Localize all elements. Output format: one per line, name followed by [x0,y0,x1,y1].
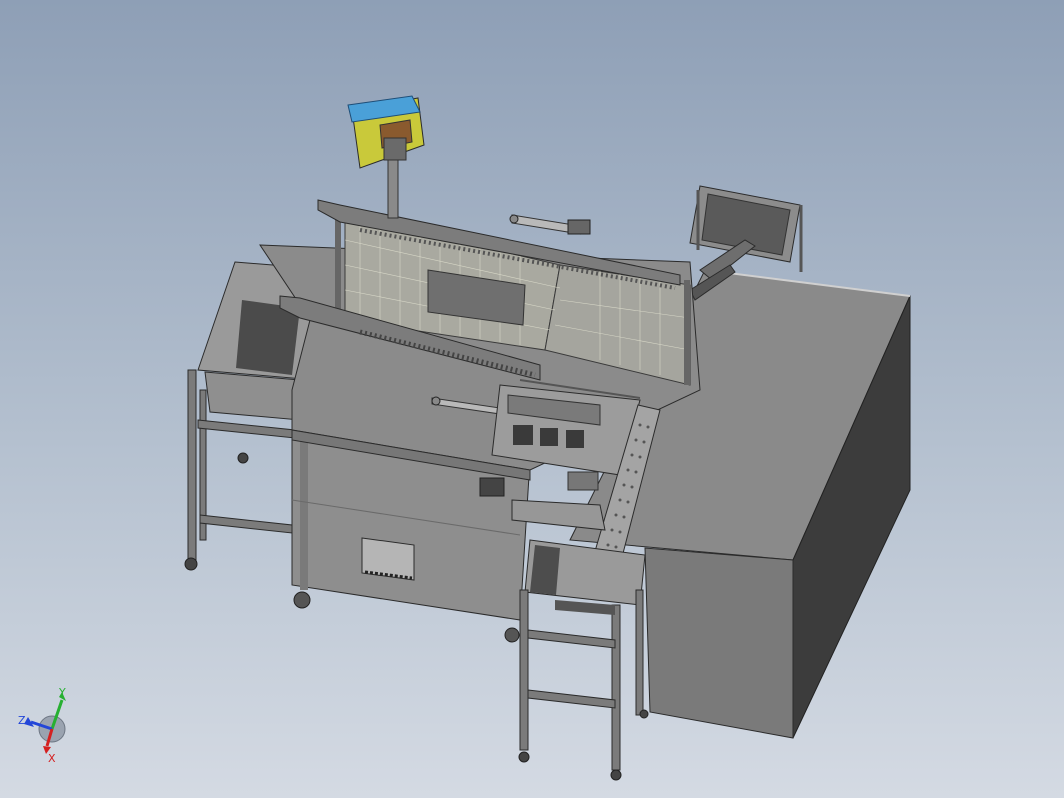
machine-model-3d-view[interactable] [0,0,1064,798]
y-axis-label: Y [58,686,66,699]
cad-viewport[interactable]: Y Z X [0,0,1064,798]
right-collection-cart [518,539,649,781]
pneumatic-cylinder-top [509,214,591,235]
hmi-monitor [347,95,425,219]
orientation-triad[interactable]: Y Z X [14,684,74,764]
z-axis-label: Z [18,714,26,727]
x-axis-label: X [48,752,56,764]
